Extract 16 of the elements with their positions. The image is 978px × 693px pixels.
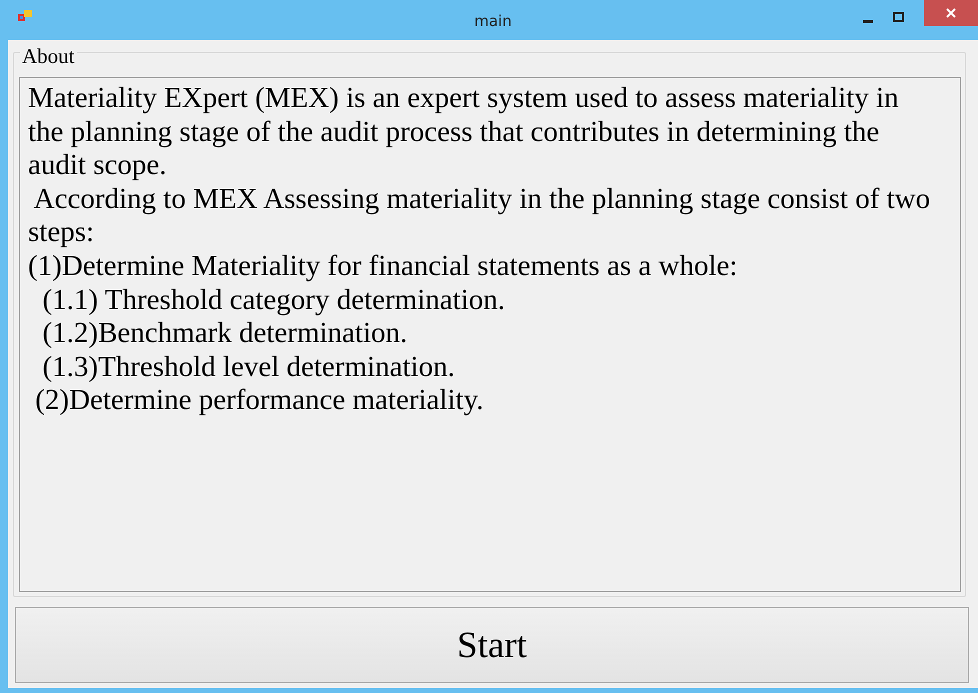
text-line: (1.3)Threshold level determination. (42, 350, 456, 384)
close-button[interactable] (924, 0, 978, 26)
text-line: Materiality EXpert (MEX) is an expert system used to assess materiality in (28, 82, 900, 116)
window-title: main (474, 12, 512, 30)
close-icon (946, 8, 956, 18)
maximize-icon[interactable] (893, 12, 904, 22)
text-line: (2)Determine performance materiality. (34, 384, 484, 418)
text-line: According to MEX Assessing materiality in the planning stage consist of two (32, 182, 932, 216)
text-line: steps: (28, 216, 96, 250)
text-line: (1.2)Benchmark determination. (42, 317, 408, 351)
start-button[interactable]: Start (15, 607, 969, 683)
text-line: the planning stage of the audit process that contributes in determining the (28, 116, 880, 150)
text-line: audit scope. (28, 149, 168, 183)
app-icon (18, 10, 32, 22)
text-line: (1)Determine Materiality for financial statements as a whole: (28, 250, 738, 284)
text-line: (1.1) Threshold category determination. (42, 284, 506, 318)
